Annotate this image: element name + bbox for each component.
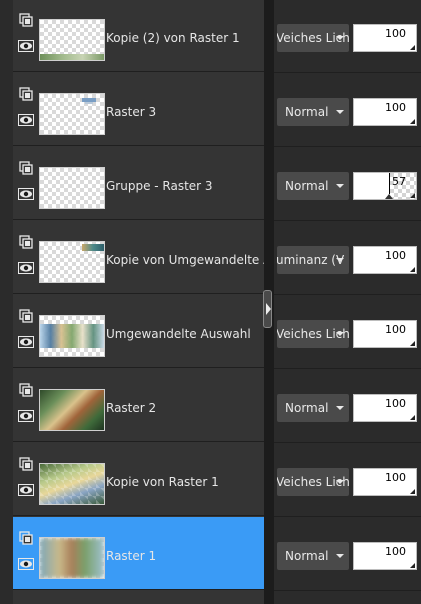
opacity-corner-icon — [410, 267, 415, 272]
layer-group-icon[interactable] — [19, 87, 33, 101]
eye-icon[interactable] — [18, 188, 34, 200]
opacity-corner-icon — [410, 341, 415, 346]
opacity-value: 100 — [385, 545, 406, 558]
eye-icon[interactable] — [18, 484, 34, 496]
opacity-slider[interactable]: 57 — [353, 172, 417, 200]
layer-row[interactable]: Raster 3 — [13, 73, 264, 146]
opacity-value: 100 — [385, 101, 406, 114]
layer-group-icon[interactable] — [19, 235, 33, 249]
opacity-slider[interactable]: 100 — [353, 24, 417, 52]
opacity-value: 57 — [392, 175, 406, 188]
eye-icon[interactable] — [18, 410, 34, 422]
layer-name[interactable]: Kopie (2) von Raster 1 — [106, 31, 266, 45]
opacity-corner-icon — [410, 415, 415, 420]
chevron-down-icon — [336, 406, 344, 410]
layer-group-icon[interactable] — [19, 383, 33, 397]
eye-icon[interactable] — [18, 262, 34, 274]
collapse-arrow-icon[interactable] — [266, 303, 271, 315]
eye-icon[interactable] — [18, 558, 34, 570]
layer-thumbnail[interactable] — [39, 19, 105, 61]
opacity-slider[interactable]: 100 — [353, 320, 417, 348]
layer-row[interactable]: Kopie (2) von Raster 1 — [13, 0, 264, 72]
layer-properties-row: Normal 100 — [274, 518, 421, 591]
layer-name[interactable]: Umgewandelte Auswahl — [106, 327, 266, 341]
eye-icon[interactable] — [18, 336, 34, 348]
chevron-down-icon — [336, 36, 344, 40]
chevron-down-icon — [336, 554, 344, 558]
opacity-slider[interactable]: 100 — [353, 542, 417, 570]
opacity-marker — [389, 173, 391, 194]
layer-name[interactable]: Raster 2 — [106, 401, 266, 415]
blend-mode-select[interactable]: Veiches Lich — [277, 320, 349, 348]
layer-thumbnail[interactable] — [39, 463, 105, 505]
blend-mode-label: Normal — [285, 179, 329, 193]
blend-mode-label: Normal — [285, 549, 329, 563]
chevron-down-icon — [336, 184, 344, 188]
chevron-down-icon — [336, 110, 344, 114]
layer-thumbnail[interactable] — [39, 93, 105, 135]
opacity-corner-icon — [410, 193, 415, 198]
layers-list-panel: Kopie (2) von Raster 1 Raster 3 Gruppe - R… — [13, 0, 266, 604]
opacity-slider[interactable]: 100 — [353, 394, 417, 422]
opacity-corner-icon — [410, 45, 415, 50]
layer-name[interactable]: Gruppe - Raster 3 — [106, 179, 266, 193]
layer-group-icon[interactable] — [19, 457, 33, 471]
layer-properties-row: Veiches Lich 100 — [274, 444, 421, 517]
opacity-value: 100 — [385, 471, 406, 484]
layer-properties-row: Veiches Lich 100 — [274, 296, 421, 369]
layer-thumbnail[interactable] — [39, 537, 105, 579]
layer-group-icon[interactable] — [19, 161, 33, 175]
layer-thumbnail[interactable] — [39, 315, 105, 357]
blend-mode-label: Normal — [285, 401, 329, 415]
opacity-value: 100 — [385, 249, 406, 262]
layer-row[interactable]: Kopie von Umgewandelte Auswahl — [13, 221, 266, 294]
blend-mode-select[interactable]: Veiches Lich — [277, 468, 349, 496]
opacity-fill — [354, 173, 390, 199]
opacity-corner-icon — [410, 563, 415, 568]
opacity-slider[interactable]: 100 — [353, 468, 417, 496]
layer-properties-row: Normal 100 — [274, 74, 421, 147]
blend-mode-label: Normal — [285, 105, 329, 119]
opacity-slider[interactable]: 100 — [353, 98, 417, 126]
layer-thumbnail[interactable] — [39, 241, 105, 283]
blend-mode-select[interactable]: Normal — [277, 394, 349, 422]
layer-name[interactable]: Kopie von Umgewandelte Auswahl — [106, 253, 266, 267]
layer-row[interactable]: Gruppe - Raster 3 — [13, 147, 264, 220]
blend-mode-select[interactable]: Normal — [277, 542, 349, 570]
blend-mode-label: uminanz (V — [277, 253, 345, 267]
blend-mode-select[interactable]: uminanz (V — [277, 246, 349, 274]
opacity-marker-tip — [385, 194, 394, 199]
layer-thumbnail[interactable] — [39, 389, 105, 431]
layer-group-icon[interactable] — [19, 13, 33, 27]
layer-row[interactable]: Raster 1 — [13, 517, 264, 590]
layer-thumbnail[interactable] — [39, 167, 105, 209]
opacity-value: 100 — [385, 323, 406, 336]
chevron-down-icon — [336, 332, 344, 336]
layer-properties-row: uminanz (V 100 — [274, 222, 421, 295]
opacity-corner-icon — [410, 489, 415, 494]
layer-row[interactable]: Umgewandelte Auswahl — [13, 295, 264, 368]
eye-icon[interactable] — [18, 40, 34, 52]
blend-mode-select[interactable]: Normal — [277, 172, 349, 200]
chevron-down-icon — [336, 480, 344, 484]
opacity-value: 100 — [385, 27, 406, 40]
layer-row[interactable]: Raster 2 — [13, 369, 264, 442]
layer-properties-row: Normal 57 — [274, 148, 421, 221]
layer-properties-row: Veiches Lich 100 — [274, 0, 421, 73]
blend-mode-select[interactable]: Veiches Lich — [277, 24, 349, 52]
layer-group-icon[interactable] — [19, 531, 33, 545]
layer-name[interactable]: Raster 1 — [106, 549, 266, 563]
blend-mode-select[interactable]: Normal — [277, 98, 349, 126]
layer-properties-row: Normal 100 — [274, 370, 421, 443]
layer-row[interactable]: Kopie von Raster 1 — [13, 443, 264, 516]
opacity-slider[interactable]: 100 — [353, 246, 417, 274]
opacity-value: 100 — [385, 397, 406, 410]
chevron-down-icon — [336, 258, 344, 262]
eye-icon[interactable] — [18, 114, 34, 126]
layer-group-icon[interactable] — [19, 309, 33, 323]
layer-name[interactable]: Kopie von Raster 1 — [106, 475, 266, 489]
layer-name[interactable]: Raster 3 — [106, 105, 266, 119]
opacity-corner-icon — [410, 119, 415, 124]
